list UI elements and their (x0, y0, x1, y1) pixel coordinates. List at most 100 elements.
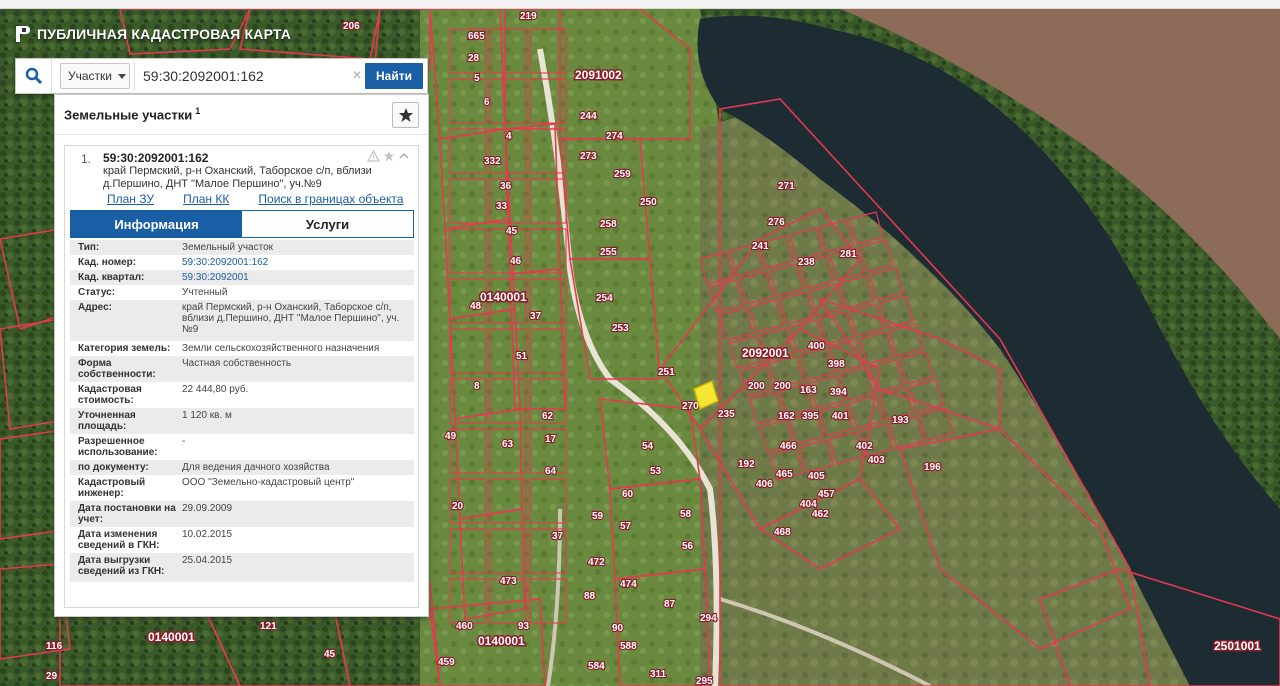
parcel-number-label: 53 (650, 466, 662, 477)
property-key: Адрес: (78, 302, 112, 313)
parcel-number-label: 238 (798, 257, 815, 268)
top-strip (0, 0, 1280, 9)
property-row: Категория земель: Земли сельскохозяйствен… (70, 341, 414, 356)
search-input[interactable] (134, 62, 349, 90)
search-bar: Участки × Найти (15, 58, 428, 94)
app-title-text: ПУБЛИЧНАЯ КАДАСТРОВАЯ КАРТА (37, 26, 292, 42)
property-row: Статус: Учтенный (70, 285, 414, 300)
parcel-number-label: 273 (580, 151, 597, 162)
parcel-number-label: 400 (808, 341, 825, 352)
property-value: 10.02.2015 (182, 529, 233, 540)
favorite-button[interactable] (392, 102, 419, 128)
parcel-number-label: 116 (46, 641, 63, 652)
property-value: Частная собственность (182, 358, 292, 369)
property-key: Кадастровая стоимость: (78, 384, 142, 406)
quarter-number-label: 2501001 (1214, 639, 1261, 653)
property-value: Для ведения дачного хозяйства (182, 462, 330, 473)
parcel-number-label: 46 (510, 256, 522, 267)
parcel-number-label: 200 (748, 381, 765, 392)
parcel-number-label: 45 (324, 649, 336, 660)
parcel-number-label: 294 (700, 613, 717, 624)
parcel-number-label: 163 (800, 385, 817, 396)
parcel-number-label: 332 (484, 156, 501, 167)
parcel-number-label: 474 (620, 579, 637, 590)
parcel-number-label: 33 (496, 201, 508, 212)
parcel-number-label: 4 (506, 131, 512, 142)
parcel-number-label: 193 (892, 415, 909, 426)
parcel-number-label: 401 (832, 411, 849, 422)
clear-icon[interactable]: × (349, 67, 365, 85)
property-value: Земельный участок (182, 242, 274, 253)
warning-icon[interactable] (367, 150, 380, 162)
result-cad-number[interactable]: 59:30:2092001:162 (103, 151, 208, 165)
app-title: ПУБЛИЧНАЯ КАДАСТРОВАЯ КАРТА (15, 24, 291, 44)
property-value[interactable]: 59:30:2092001:162 (182, 257, 414, 268)
results-header: Земельные участки 1 (55, 95, 428, 135)
result-actions (367, 150, 410, 162)
parcel-number-label: 62 (542, 411, 554, 422)
tab-services[interactable]: Услуги (242, 211, 413, 237)
tab-info[interactable]: Информация (71, 211, 242, 237)
quarter-number-label: 2091002 (575, 68, 622, 82)
property-row: Форма собственности: Частная собственност… (70, 356, 414, 382)
property-value[interactable]: 59:30:2092001 (182, 272, 414, 283)
quarter-number-label: 0140001 (148, 630, 195, 644)
property-row: Дата изменения сведений в ГКН: 10.02.2015 (70, 527, 414, 553)
result-index: 1. (81, 152, 92, 166)
property-row: Уточненная площадь: 1 120 кв. м (70, 408, 414, 434)
parcel-number-label: 56 (682, 541, 694, 552)
parcel-number-label: 295 (696, 676, 713, 686)
parcel-number-label: 405 (808, 471, 825, 482)
star-icon (398, 108, 413, 122)
search-type-select[interactable]: Участки (60, 63, 130, 89)
property-key: Уточненная площадь: (78, 410, 136, 432)
parcel-number-label: 394 (830, 387, 847, 398)
parcel-number-label: 54 (642, 441, 654, 452)
parcel-number-label: 21 (520, 11, 532, 22)
parcel-number-label: 270 (682, 401, 699, 412)
property-value: край Пермский, р-н Оханский, Таборское с… (182, 302, 400, 335)
parcel-number-label: 259 (614, 169, 631, 180)
parcel-number-label: 8 (474, 381, 480, 392)
parcel-number-label: 49 (445, 431, 457, 442)
parcel-number-label: 276 (768, 217, 785, 228)
parcel-number-label: 254 (596, 293, 613, 304)
result-tabs: Информация Услуги (70, 210, 414, 238)
parcel-number-label: 57 (620, 521, 632, 532)
parcel-number-label: 281 (840, 249, 857, 260)
parcel-number-label: 87 (664, 599, 676, 610)
parcel-number-label: 51 (516, 351, 528, 362)
parcel-number-label: 36 (500, 181, 512, 192)
search-icon[interactable] (16, 59, 52, 93)
parcel-number-label: 241 (752, 241, 769, 252)
results-title: Земельные участки 1 (64, 106, 200, 122)
parcel-number-label: 258 (600, 219, 617, 230)
chevron-up-icon[interactable] (398, 150, 410, 162)
property-row: Кадастровая стоимость: 22 444,80 руб. (70, 382, 414, 408)
parcel-number-label: 274 (606, 131, 623, 142)
parcel-number-label: 63 (502, 439, 514, 450)
property-key: Тип: (78, 242, 100, 253)
parcel-number-label: 398 (828, 359, 845, 370)
parcel-number-label: 253 (612, 323, 629, 334)
parcel-number-label: 66 (468, 31, 480, 42)
parcel-number-label: 28 (468, 53, 480, 64)
property-row: Кад. квартал: 59:30:2092001 (70, 270, 414, 285)
parcel-number-label: 60 (622, 489, 634, 500)
parcel-number-label: 235 (718, 409, 735, 420)
parcel-number-label: 29 (46, 671, 58, 682)
property-value: 22 444,80 руб. (182, 384, 249, 395)
property-key: Разрешенное использование: (78, 436, 158, 458)
star-icon[interactable] (383, 150, 395, 162)
parcel-number-label: 64 (545, 466, 557, 477)
parcel-number-label: 473 (500, 576, 517, 587)
quarter-number-label: 0140001 (478, 634, 525, 648)
parcel-number-label: 466 (780, 441, 797, 452)
property-row: Тип: Земельный участок (70, 240, 414, 255)
parcel-number-label: 5 (474, 73, 480, 84)
results-count: 1 (195, 106, 201, 117)
parcel-number-label: 460 (456, 621, 473, 632)
parcel-number-label: 20 (452, 501, 464, 512)
find-button[interactable]: Найти (365, 63, 423, 89)
parcel-number-label: 459 (438, 657, 455, 668)
